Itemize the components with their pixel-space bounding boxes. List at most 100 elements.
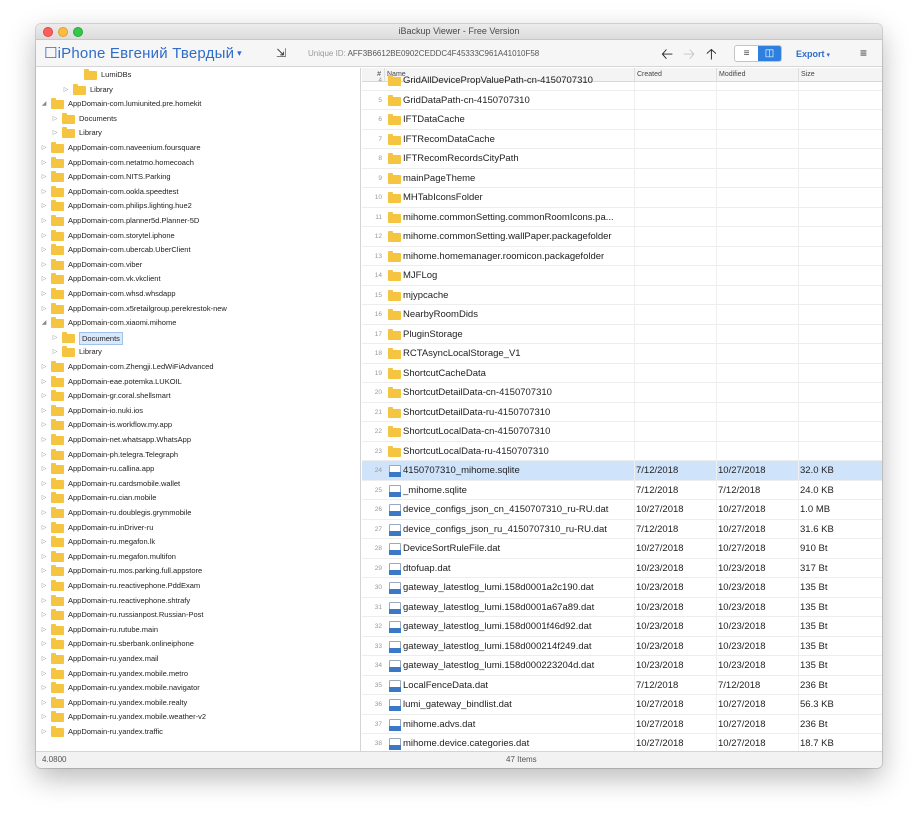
table-row[interactable]: 8 IFTRecomRecordsCityPath (362, 149, 882, 169)
disclosure-closed-icon[interactable]: ▷ (40, 710, 48, 725)
tree-item[interactable]: ▷ AppDomain-gr.coral.shellsmart (36, 389, 360, 404)
disclosure-closed-icon[interactable]: ▷ (40, 170, 48, 185)
disclosure-closed-icon[interactable]: ▷ (40, 243, 48, 258)
table-row[interactable]: 37 mihome.advs.dat 10/27/2018 10/27/2018 236… (362, 715, 882, 734)
disclosure-closed-icon[interactable]: ▷ (40, 185, 48, 200)
tree-item[interactable]: ◢ AppDomain-com.lumiunited.pre.homekit (36, 97, 360, 112)
tree-item[interactable]: ▷ AppDomain-com.ubercab.UberClient (36, 243, 360, 258)
up-arrow-icon[interactable]: 🡡 (706, 44, 717, 69)
column-view-icon[interactable]: ◫ (758, 46, 781, 61)
table-row[interactable]: 7 IFTRecomDataCache (362, 130, 882, 149)
tree-item[interactable]: ▷ AppDomain-ru.yandex.mail (36, 652, 360, 667)
list-view-icon[interactable]: ≡ (735, 46, 758, 61)
tree-item[interactable]: ▷ AppDomain-ru.inDriver-ru (36, 521, 360, 536)
disclosure-closed-icon[interactable]: ▷ (40, 579, 48, 594)
disclosure-closed-icon[interactable]: ▷ (40, 535, 48, 550)
disclosure-closed-icon[interactable]: ▷ (40, 433, 48, 448)
table-row[interactable]: 4 GridAllDevicePropValuePath-cn-415070731… (362, 71, 882, 91)
tree-item[interactable]: ▷ AppDomain-com.Zhengji.LedWiFiAdvanced (36, 360, 360, 375)
table-row[interactable]: 5 GridDataPath-cn-4150707310 (362, 91, 882, 110)
table-row[interactable]: 17 PluginStorage (362, 325, 882, 344)
disclosure-closed-icon[interactable]: ▷ (40, 448, 48, 463)
tree-item[interactable]: ▷ AppDomain-ru.yandex.mobile.navigator (36, 681, 360, 696)
table-row[interactable]: 26 device_configs_json_cn_4150707310_ru-R… (362, 500, 882, 520)
disclosure-closed-icon[interactable]: ▷ (40, 491, 48, 506)
disclosure-closed-icon[interactable]: ▷ (51, 112, 59, 127)
tree-item[interactable]: ▷ AppDomain-ru.cian.mobile (36, 491, 360, 506)
export-button[interactable]: Export ▾ (796, 49, 830, 59)
table-row[interactable]: 25 _mihome.sqlite 7/12/2018 7/12/2018 24.0 K… (362, 481, 882, 500)
table-row[interactable]: 38 mihome.device.categories.dat 10/27/2018… (362, 734, 882, 751)
disclosure-closed-icon[interactable]: ▷ (40, 594, 48, 609)
table-row[interactable]: 19 ShortcutCacheData (362, 364, 882, 383)
tree-item[interactable]: ▷ AppDomain-com.vk.vkclient (36, 272, 360, 287)
table-row[interactable]: 15 mjypcache (362, 286, 882, 305)
disclosure-closed-icon[interactable]: ▷ (40, 506, 48, 521)
table-row[interactable]: 10 MHTabIconsFolder (362, 188, 882, 208)
tree-item[interactable]: ▷ AppDomain-com.whsd.whsdapp (36, 287, 360, 302)
disclosure-closed-icon[interactable]: ▷ (40, 302, 48, 317)
tree-item[interactable]: ▷ AppDomain-com.storytel.iphone (36, 229, 360, 244)
tree-item[interactable]: LumiDBs (36, 68, 360, 83)
table-row[interactable]: 30 gateway_latestlog_lumi.158d0001a2c190.… (362, 578, 882, 598)
disclosure-closed-icon[interactable]: ▷ (62, 83, 70, 98)
table-row[interactable]: 23 ShortcutLocalData-ru-4150707310 (362, 442, 882, 461)
table-row[interactable]: 31 gateway_latestlog_lumi.158d0001a67a89.… (362, 598, 882, 617)
tree-item[interactable]: ▷ Library (36, 83, 360, 98)
disclosure-closed-icon[interactable]: ▷ (40, 156, 48, 171)
tree-item[interactable]: ▷ Documents (36, 331, 360, 346)
disclosure-closed-icon[interactable]: ▷ (40, 652, 48, 667)
disclosure-closed-icon[interactable]: ▷ (40, 696, 48, 711)
table-row[interactable]: 13 mihome.homemanager.roomicon.packagefol… (362, 247, 882, 266)
disclosure-closed-icon[interactable]: ▷ (51, 345, 59, 360)
disclosure-closed-icon[interactable]: ▷ (51, 331, 59, 346)
disclosure-closed-icon[interactable]: ▷ (40, 477, 48, 492)
table-row[interactable]: 16 NearbyRoomDids (362, 305, 882, 325)
disclosure-closed-icon[interactable]: ▷ (40, 681, 48, 696)
tree-item[interactable]: ▷ AppDomain-com.philips.lighting.hue2 (36, 199, 360, 214)
tree-item[interactable]: ▷ AppDomain-ru.doublegis.grymmobile (36, 506, 360, 521)
disclosure-closed-icon[interactable]: ▷ (40, 667, 48, 682)
disclosure-closed-icon[interactable]: ▷ (40, 623, 48, 638)
tree-item[interactable]: ▷ AppDomain-ru.callina.app (36, 462, 360, 477)
tree-item[interactable]: ▷ AppDomain-ru.yandex.mobile.metro (36, 667, 360, 682)
disclosure-closed-icon[interactable]: ▷ (40, 521, 48, 536)
tree-item[interactable]: ▷ AppDomain-eae.potemka.LUKOIL (36, 375, 360, 390)
hamburger-menu-icon[interactable]: ≡ (860, 46, 867, 60)
table-row[interactable]: 22 ShortcutLocalData-cn-4150707310 (362, 422, 882, 442)
tree-item[interactable]: ▷ AppDomain-com.ookla.speedtest (36, 185, 360, 200)
disclosure-closed-icon[interactable]: ▷ (40, 141, 48, 156)
tree-item[interactable]: ▷ AppDomain-ru.megafon.multifon (36, 550, 360, 565)
tree-item[interactable]: ▷ AppDomain-ru.yandex.mobile.realty (36, 696, 360, 711)
tree-item[interactable]: ▷ AppDomain-ru.yandex.mobile.weather-v2 (36, 710, 360, 725)
tree-item[interactable]: ▷ AppDomain-com.naveenium.foursquare (36, 141, 360, 156)
tree-item[interactable]: ◢ AppDomain-com.xiaomi.mihome (36, 316, 360, 331)
tree-item[interactable]: ▷ AppDomain-com.planner5d.Planner-5D (36, 214, 360, 229)
table-row[interactable]: 33 gateway_latestlog_lumi.158d000214f249.… (362, 637, 882, 656)
disclosure-closed-icon[interactable]: ▷ (51, 126, 59, 141)
disclosure-closed-icon[interactable]: ▷ (40, 199, 48, 214)
tree-item[interactable]: ▷ AppDomain-ph.telegra.Telegraph (36, 448, 360, 463)
tree-item[interactable]: ▷ AppDomain-com.viber (36, 258, 360, 273)
disclosure-closed-icon[interactable]: ▷ (40, 287, 48, 302)
table-row[interactable]: 14 MJFLog (362, 266, 882, 286)
tree-item[interactable]: ▷ AppDomain-is.workflow.my.app (36, 418, 360, 433)
table-row[interactable]: 34 gateway_latestlog_lumi.158d000223204d.… (362, 656, 882, 676)
tree-item[interactable]: ▷ AppDomain-io.nuki.ios (36, 404, 360, 419)
table-row[interactable]: 29 dtofuap.dat 10/23/2018 10/23/2018 317 Bt (362, 559, 882, 578)
tree-item[interactable]: ▷ AppDomain-com.NITS.Parking (36, 170, 360, 185)
disclosure-closed-icon[interactable]: ▷ (40, 404, 48, 419)
table-row[interactable]: 20 ShortcutDetailData-cn-4150707310 (362, 383, 882, 403)
disclosure-closed-icon[interactable]: ▷ (40, 608, 48, 623)
table-row[interactable]: 28 DeviceSortRuleFile.dat 10/27/2018 10/27/… (362, 539, 882, 559)
tree-item[interactable]: ▷ AppDomain-ru.rutube.main (36, 623, 360, 638)
disclosure-open-icon[interactable]: ◢ (40, 316, 48, 331)
device-selector[interactable]: ☐iPhone Евгений Твердый ▾ (44, 44, 242, 62)
table-row[interactable]: 11 mihome.commonSetting.commonRoomIcons.p… (362, 208, 882, 227)
tree-view-icon[interactable]: ⇲ (276, 46, 286, 60)
table-row[interactable]: 24 4150707310_mihome.sqlite 7/12/2018 10/27… (362, 461, 882, 481)
tree-item[interactable]: ▷ AppDomain-ru.reactivephone.PddExam (36, 579, 360, 594)
tree-item[interactable]: ▷ Documents (36, 112, 360, 127)
disclosure-closed-icon[interactable]: ▷ (40, 389, 48, 404)
disclosure-closed-icon[interactable]: ▷ (40, 229, 48, 244)
